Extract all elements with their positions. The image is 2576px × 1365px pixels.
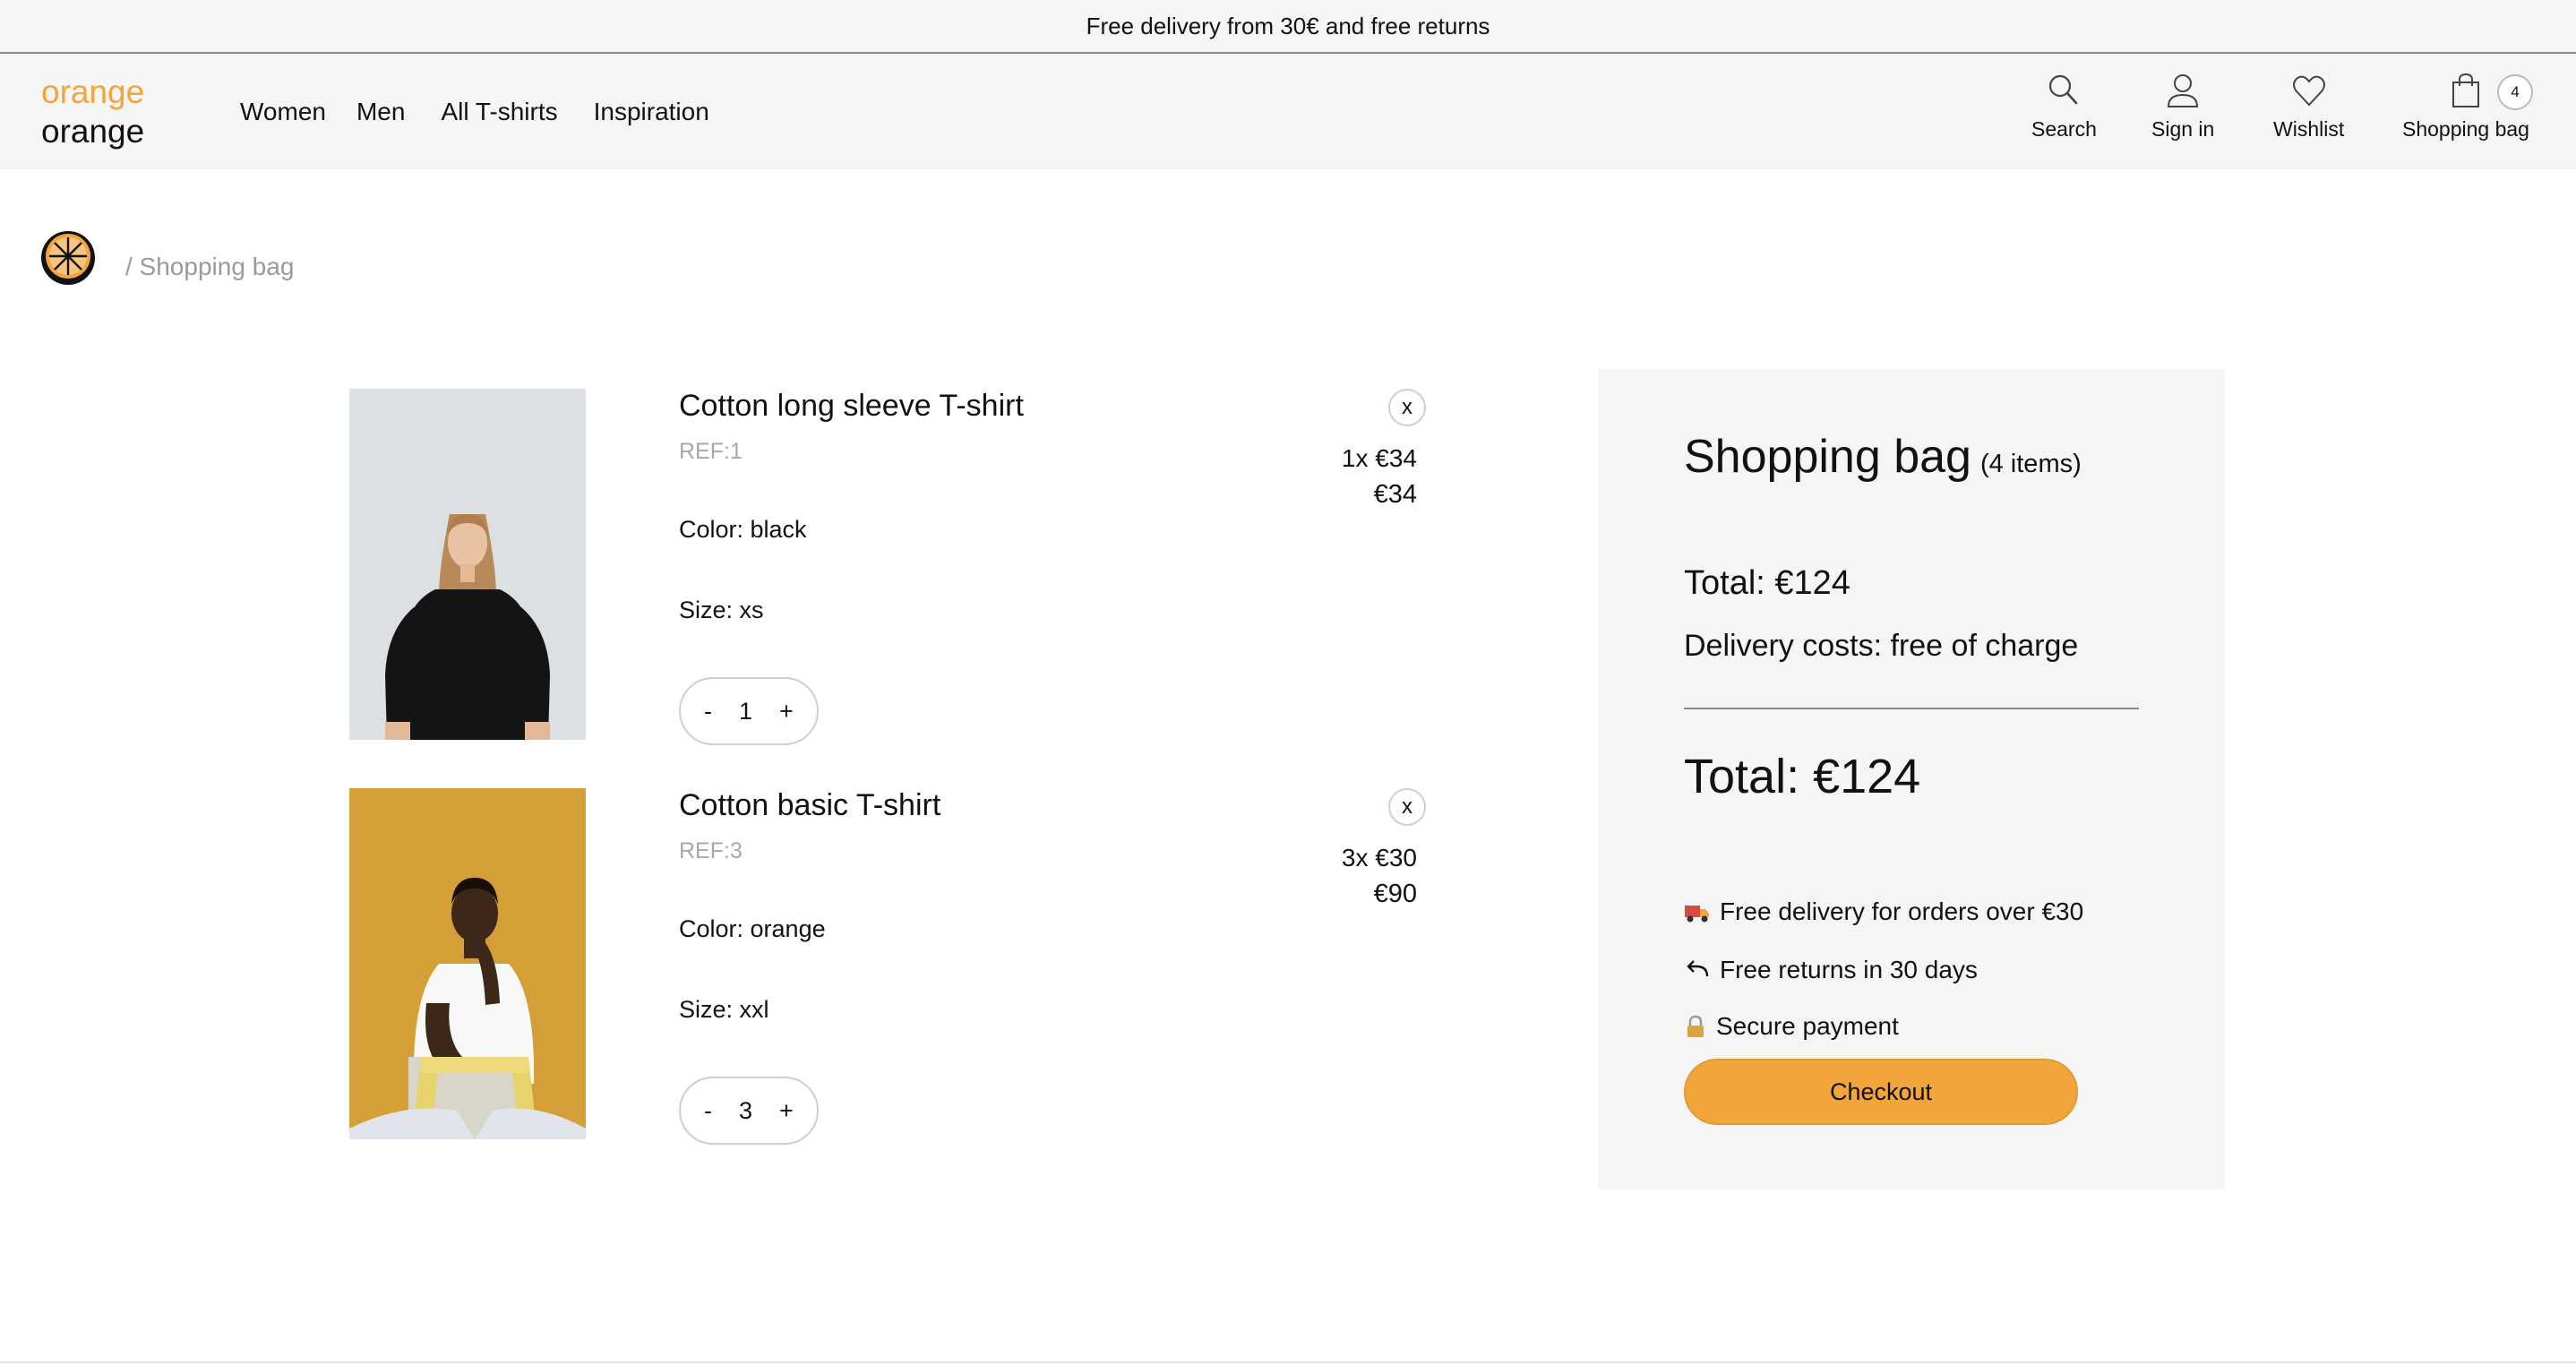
product-name[interactable]: Cotton long sleeve T-shirt (679, 389, 1024, 424)
perk-text: Secure payment (1716, 1012, 1899, 1040)
main-nav: Women Men All T-shirts Inspiration (240, 55, 740, 169)
product-image[interactable] (349, 788, 586, 1139)
user-icon (2168, 74, 2199, 107)
product-ref: REF:3 (679, 838, 743, 863)
perk-free-returns: Free returns in 30 days (1684, 956, 1978, 984)
quantity-value: 1 (739, 697, 753, 725)
summary-total: Total: €124 (1684, 564, 1850, 602)
quantity-stepper: - 3 + (679, 1077, 819, 1145)
remove-item-button[interactable]: x (1388, 788, 1426, 826)
announcement-text: Free delivery from 30€ and free returns (1086, 12, 1490, 39)
perk-text: Free returns in 30 days (1720, 956, 1978, 983)
quantity-value: 3 (739, 1096, 753, 1124)
increase-button[interactable]: + (779, 698, 794, 725)
delivery-costs: Delivery costs: free of charge (1684, 629, 2079, 663)
product-color: Color: black (679, 516, 807, 543)
cart-item: Cotton basic T-shirt REF:3 Color: orange… (349, 788, 1433, 1145)
announcement-bar: Free delivery from 30€ and free returns (0, 0, 2576, 54)
brand-line-2: orange (41, 113, 145, 150)
bag-label: Shopping bag (2402, 117, 2529, 141)
summary-divider (1684, 708, 2139, 709)
summary-item-count: (4 items) (1979, 450, 2082, 478)
line-total: €34 (1373, 480, 1417, 509)
product-ref: REF:1 (679, 439, 743, 464)
order-summary: Shopping bag (4 items) Total: €124 Delive… (1598, 369, 2225, 1189)
cart-item: Cotton long sleeve T-shirt REF:1 Color: … (349, 389, 1433, 745)
nav-women[interactable]: Women (240, 98, 326, 126)
search-icon (2049, 74, 2078, 105)
return-arrow-icon (1687, 960, 1709, 977)
breadcrumb[interactable]: / Shopping bag (125, 253, 294, 281)
unit-price: 1x €34 (1341, 444, 1417, 472)
bag-icon (2451, 73, 2479, 107)
nav-inspiration[interactable]: Inspiration (594, 98, 709, 126)
nav-men[interactable]: Men (356, 98, 405, 126)
signin-label: Sign in (2151, 117, 2215, 141)
footer-divider (0, 1361, 2576, 1363)
perk-free-delivery: Free delivery for orders over €30 (1684, 897, 2083, 926)
grand-total: Total: €124 (1684, 750, 1921, 803)
bag-count-badge: 4 (2497, 74, 2533, 110)
increase-button[interactable]: + (779, 1097, 794, 1125)
product-size: Size: xxl (679, 996, 769, 1023)
product-name[interactable]: Cotton basic T-shirt (679, 788, 940, 823)
perk-text: Free delivery for orders over €30 (1720, 897, 2084, 925)
summary-title-text: Shopping bag (1684, 431, 1971, 483)
decrease-button[interactable]: - (704, 698, 712, 725)
remove-item-button[interactable]: x (1388, 389, 1426, 426)
orange-logo-icon[interactable] (39, 229, 97, 287)
nav-all-tshirts[interactable]: All T-shirts (441, 98, 557, 126)
perk-secure-payment: Secure payment (1684, 1012, 1899, 1041)
lock-icon (1687, 1015, 1704, 1037)
quantity-stepper: - 1 + (679, 677, 819, 745)
summary-title: Shopping bag (4 items) (1684, 430, 2082, 484)
decrease-button[interactable]: - (704, 1097, 712, 1125)
line-total: €90 (1373, 880, 1417, 908)
truck-icon (1685, 906, 1709, 923)
product-color: Color: orange (679, 915, 826, 942)
search-button[interactable]: Search (2031, 71, 2097, 142)
brand-logo[interactable]: orange orange (41, 73, 144, 151)
wishlist-label: Wishlist (2273, 117, 2345, 141)
wishlist-button[interactable]: Wishlist (2273, 71, 2344, 142)
brand-line-1: orange (41, 73, 145, 110)
checkout-button[interactable]: Checkout (1684, 1059, 2078, 1125)
search-label: Search (2031, 117, 2097, 141)
heart-icon (2292, 75, 2325, 107)
product-size: Size: xs (679, 597, 764, 623)
unit-price: 3x €30 (1341, 844, 1417, 871)
signin-button[interactable]: Sign in (2151, 71, 2214, 142)
product-image[interactable] (349, 389, 586, 740)
site-header: orange orange Women Men All T-shirts Ins… (0, 55, 2576, 169)
